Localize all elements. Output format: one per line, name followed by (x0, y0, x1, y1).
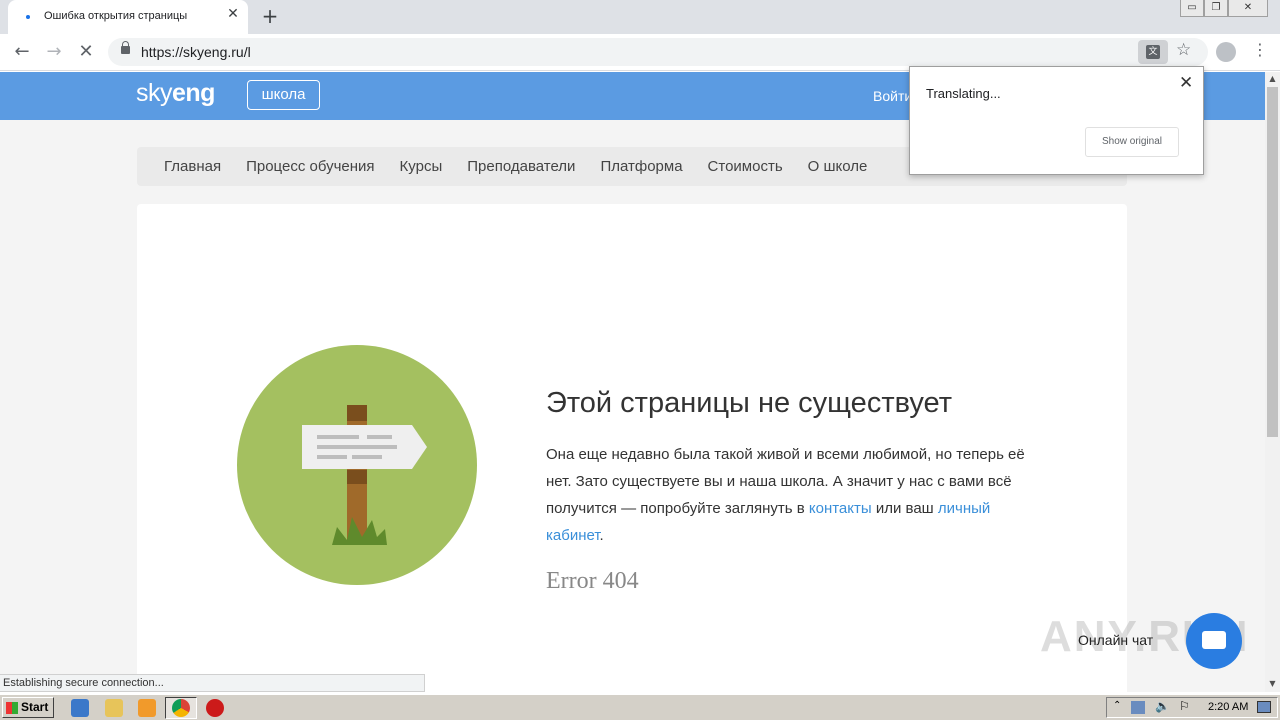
error-code: Error 404 (546, 568, 639, 594)
nav-item-courses[interactable]: Курсы (400, 158, 443, 175)
error-description: Она еще недавно была такой живой и всеми… (546, 441, 1046, 549)
scroll-thumb[interactable] (1267, 87, 1278, 437)
loading-icon (26, 15, 30, 19)
taskbar: Start ⌃ 🔈 ⚐ 2:20 AM (0, 694, 1280, 720)
tab-title: Ошибка открытия страницы (44, 10, 188, 22)
ie-icon[interactable] (71, 699, 89, 717)
address-bar[interactable]: https://skyeng.ru/l 文 ☆ (108, 38, 1208, 66)
logo-part-eng: eng (172, 79, 215, 107)
status-bubble: Establishing secure connection... (0, 674, 425, 692)
opera-icon[interactable] (206, 699, 224, 717)
error-text-part-3: . (599, 527, 604, 544)
translate-popup-title: Translating... (926, 86, 1001, 101)
profile-avatar-icon[interactable] (1216, 42, 1236, 62)
chrome-taskbar-button[interactable] (165, 697, 197, 719)
folder-icon[interactable] (105, 699, 123, 717)
skyeng-logo[interactable]: skyeng (136, 79, 215, 108)
restore-icon[interactable]: ❐ (1204, 0, 1228, 17)
volume-icon[interactable]: 🔈 (1155, 699, 1170, 713)
browser-tab-strip: Ошибка открытия страницы ✕ + ▭ ❐ ✕ (0, 0, 1280, 34)
nav-item-learning-process[interactable]: Процесс обучения (246, 158, 374, 175)
start-button[interactable]: Start (2, 697, 54, 718)
error-card: Этой страницы не существует Она еще неда… (137, 204, 1127, 692)
nav-item-home[interactable]: Главная (164, 158, 221, 175)
popup-close-icon[interactable]: ✕ (1179, 73, 1193, 93)
system-tray: ⌃ 🔈 ⚐ (1106, 697, 1278, 718)
online-chat-label[interactable]: Онлайн чат (1078, 632, 1153, 648)
signpost-illustration (237, 345, 477, 585)
forward-icon[interactable]: → (42, 40, 66, 64)
error-text-part-2: или ваш (871, 500, 938, 517)
lock-icon (121, 41, 130, 54)
error-title: Этой страницы не существует (546, 387, 952, 419)
window-controls: ▭ ❐ ✕ (1180, 0, 1268, 18)
translate-icon[interactable]: 文 (1138, 40, 1168, 64)
nav-item-about[interactable]: О школе (808, 158, 868, 175)
scroll-down-icon[interactable]: ▼ (1265, 677, 1280, 691)
show-original-button[interactable]: Show original (1085, 127, 1179, 157)
school-badge[interactable]: школа (247, 80, 320, 110)
show-desktop-icon[interactable] (1257, 701, 1271, 713)
nav-item-pricing[interactable]: Стоимость (708, 158, 783, 175)
logo-part-sky: sky (136, 79, 173, 107)
back-icon[interactable]: ← (10, 40, 34, 64)
new-tab-button[interactable]: + (259, 4, 281, 28)
stop-icon[interactable]: ✕ (74, 40, 98, 64)
chat-icon (1202, 631, 1226, 649)
nav-item-platform[interactable]: Платформа (600, 158, 682, 175)
network-icon[interactable] (1131, 701, 1145, 714)
media-player-icon[interactable] (138, 699, 156, 717)
tab-close-icon[interactable]: ✕ (224, 6, 242, 22)
tray-expand-icon[interactable]: ⌃ (1113, 700, 1121, 711)
chrome-icon (172, 699, 190, 717)
clock: 2:20 AM (1208, 701, 1249, 713)
bookmark-star-icon[interactable]: ☆ (1176, 40, 1191, 60)
vertical-scrollbar[interactable]: ▲ ▼ (1265, 72, 1280, 692)
nav-item-teachers[interactable]: Преподаватели (467, 158, 575, 175)
login-link[interactable]: Войти (873, 88, 912, 104)
chat-button[interactable] (1186, 613, 1242, 669)
minimize-icon[interactable]: ▭ (1180, 0, 1204, 17)
flag-icon[interactable]: ⚐ (1179, 699, 1190, 713)
scroll-up-icon[interactable]: ▲ (1265, 72, 1280, 86)
browser-menu-icon[interactable]: ⋮ (1252, 40, 1268, 59)
translate-popup: Translating... ✕ Show original (909, 66, 1204, 175)
url-text[interactable]: https://skyeng.ru/l (141, 44, 251, 60)
contacts-link[interactable]: контакты (809, 500, 872, 517)
window-close-icon[interactable]: ✕ (1228, 0, 1268, 17)
browser-tab[interactable]: Ошибка открытия страницы ✕ (8, 0, 248, 34)
